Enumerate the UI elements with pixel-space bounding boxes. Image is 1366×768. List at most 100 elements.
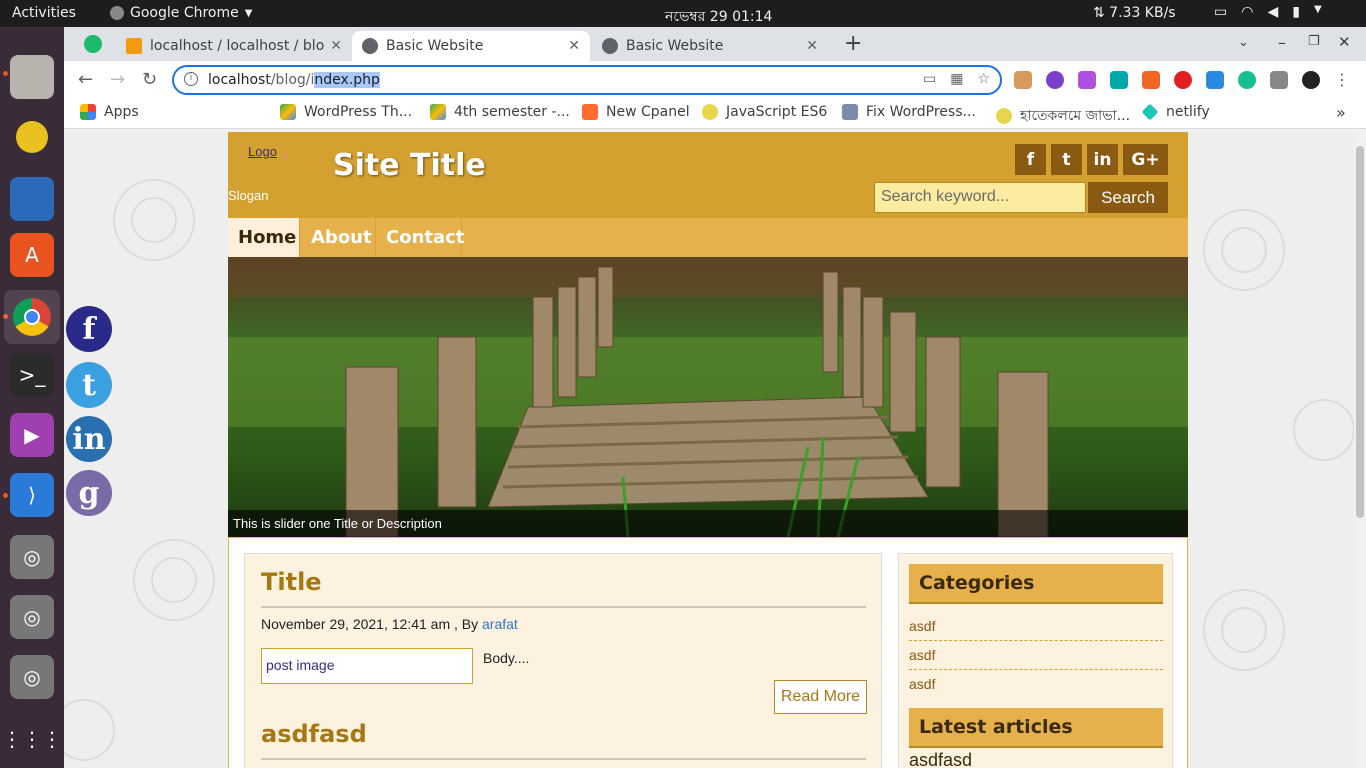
extension-icon[interactable] — [1206, 71, 1224, 89]
show-apps-icon[interactable]: ⋮⋮⋮ — [2, 717, 62, 761]
tab-basic-website-active[interactable]: Basic Website ✕ — [352, 31, 590, 61]
system-top-bar: Activities Google Chrome ▼ নভেম্বর 29 01… — [0, 0, 1366, 27]
js-icon — [996, 108, 1012, 124]
site-title[interactable]: Site Title — [333, 148, 486, 183]
bookmark-apps[interactable]: Apps — [80, 104, 139, 120]
slider-image — [228, 257, 1188, 537]
category-link[interactable]: asdf — [909, 641, 1163, 670]
page-viewport: f t in g Logo Slogan Site Title f t in G… — [64, 130, 1354, 768]
post-title[interactable]: asdfasd — [261, 720, 367, 748]
post-title[interactable]: Title — [261, 568, 322, 596]
chrome-icon[interactable] — [4, 290, 60, 344]
close-icon[interactable]: ✕ — [330, 38, 342, 54]
author-link[interactable]: arafat — [482, 616, 518, 632]
rhythmbox-icon[interactable] — [16, 121, 48, 153]
extensions-area: ⋮ — [1014, 71, 1350, 89]
extension-icon[interactable] — [1014, 71, 1032, 89]
minimize-button[interactable]: – — [1278, 33, 1286, 52]
page-scrollbar[interactable] — [1354, 130, 1366, 768]
google-float-icon[interactable]: g — [66, 470, 112, 516]
facebook-icon[interactable]: f — [1015, 144, 1046, 175]
js-icon — [702, 104, 718, 120]
menu-kebab-icon[interactable]: ⋮ — [1334, 71, 1350, 89]
categories-heading: Categories — [909, 564, 1163, 604]
bookmarks-bar: Apps WordPress Th... 4th semester -... N… — [64, 99, 1366, 129]
maximize-button[interactable]: ❐ — [1308, 34, 1320, 49]
screen-icon[interactable]: ▭ — [1214, 4, 1227, 20]
search-button[interactable]: Search — [1088, 182, 1168, 213]
close-icon[interactable]: ✕ — [806, 38, 818, 54]
close-icon[interactable]: ✕ — [568, 38, 580, 54]
terminal-icon[interactable]: >_ — [10, 353, 54, 397]
activities-button[interactable]: Activities — [12, 5, 76, 21]
bookmark-js-es6[interactable]: JavaScript ES6 — [702, 104, 827, 120]
url-text[interactable]: localhost/blog/index.php — [208, 72, 380, 88]
software-center-icon[interactable]: A — [10, 233, 54, 277]
tab-search-icon[interactable] — [84, 35, 102, 53]
extension-icon[interactable] — [1238, 71, 1256, 89]
bookmark-fix-wordpress[interactable]: Fix WordPress... — [842, 104, 976, 120]
logo[interactable]: Logo — [248, 144, 277, 159]
network-icon — [842, 104, 858, 120]
qr-icon[interactable]: ▦ — [950, 71, 963, 87]
globe-icon — [362, 38, 378, 54]
scrollbar-thumb[interactable] — [1356, 146, 1364, 518]
bookmark-bangla[interactable]: হাতেকলমে জাভা... — [996, 104, 1130, 128]
bookmark-wordpress[interactable]: WordPress Th... — [280, 104, 412, 120]
info-icon[interactable]: i — [184, 72, 198, 86]
google-plus-icon[interactable]: G+ — [1123, 144, 1168, 175]
app-menu[interactable]: Google Chrome ▼ — [110, 5, 252, 21]
tab-basic-website[interactable]: Basic Website ✕ — [592, 31, 828, 61]
bookmark-cpanel[interactable]: New Cpanel — [582, 104, 690, 120]
system-tray[interactable]: ▭ ◠ ◀ ▮ ▼ — [1214, 4, 1322, 20]
wifi-icon[interactable]: ◠ — [1241, 4, 1253, 20]
twitter-float-icon[interactable]: t — [66, 362, 112, 408]
rss-icon[interactable] — [1142, 71, 1160, 89]
new-tab-button[interactable]: + — [844, 31, 862, 56]
extension-icon[interactable] — [1110, 71, 1128, 89]
category-link[interactable]: asdf — [909, 612, 1163, 641]
clock[interactable]: নভেম্বর 29 01:14 — [665, 5, 772, 29]
avatar[interactable] — [1302, 71, 1320, 89]
volume-icon[interactable]: ◀ — [1267, 4, 1278, 20]
tab-list-icon[interactable]: ⌄ — [1238, 35, 1249, 50]
bookmark-4th-semester[interactable]: 4th semester -... — [430, 104, 570, 120]
bookmark-star-icon[interactable]: ☆ — [977, 71, 990, 87]
linkedin-float-icon[interactable]: in — [66, 416, 112, 462]
disk-icon[interactable]: ◎ — [10, 595, 54, 639]
files-icon[interactable] — [10, 55, 54, 99]
writer-icon[interactable] — [10, 177, 54, 221]
search-input[interactable]: Search keyword... — [874, 182, 1086, 213]
tab-phpmyadmin[interactable]: localhost / localhost / blo ✕ — [116, 31, 352, 61]
nav-contact[interactable]: Contact — [376, 218, 464, 257]
address-bar[interactable]: i localhost/blog/index.php ▭ ▦ ☆ — [172, 65, 1002, 95]
image-slider[interactable]: This is slider one Title or Description — [228, 257, 1188, 537]
nav-home[interactable]: Home — [228, 218, 300, 257]
reload-button[interactable]: ↻ — [142, 69, 157, 90]
running-indicator — [3, 71, 8, 76]
vscode-icon[interactable]: ⟩ — [10, 473, 54, 517]
more-bookmarks-icon[interactable]: » — [1336, 103, 1346, 122]
linkedin-icon[interactable]: in — [1087, 144, 1118, 175]
close-window-button[interactable]: ✕ — [1338, 33, 1351, 51]
extension-icon[interactable] — [1078, 71, 1096, 89]
nav-about[interactable]: About — [301, 218, 376, 257]
battery-icon[interactable]: ▮ — [1292, 4, 1300, 20]
main-nav: Home About Contact — [228, 218, 1188, 257]
twitter-icon[interactable]: t — [1051, 144, 1082, 175]
power-caret-icon[interactable]: ▼ — [1314, 4, 1322, 20]
puzzle-icon[interactable] — [1270, 71, 1288, 89]
category-link[interactable]: asdf — [909, 670, 1163, 699]
facebook-float-icon[interactable]: f — [66, 306, 112, 352]
cast-icon[interactable]: ▭ — [923, 71, 936, 87]
latest-article-link[interactable]: asdfasd — [909, 750, 972, 768]
disk-icon[interactable]: ◎ — [10, 655, 54, 699]
read-more-button[interactable]: Read More — [774, 680, 867, 714]
extension-icon[interactable] — [1046, 71, 1064, 89]
bookmark-netlify[interactable]: netlify — [1141, 103, 1210, 121]
extension-icon[interactable] — [1174, 71, 1192, 89]
disk-icon[interactable]: ◎ — [10, 535, 54, 579]
media-player-icon[interactable]: ▶ — [10, 413, 54, 457]
back-button[interactable]: ← — [78, 69, 93, 90]
forward-button[interactable]: → — [110, 69, 125, 90]
